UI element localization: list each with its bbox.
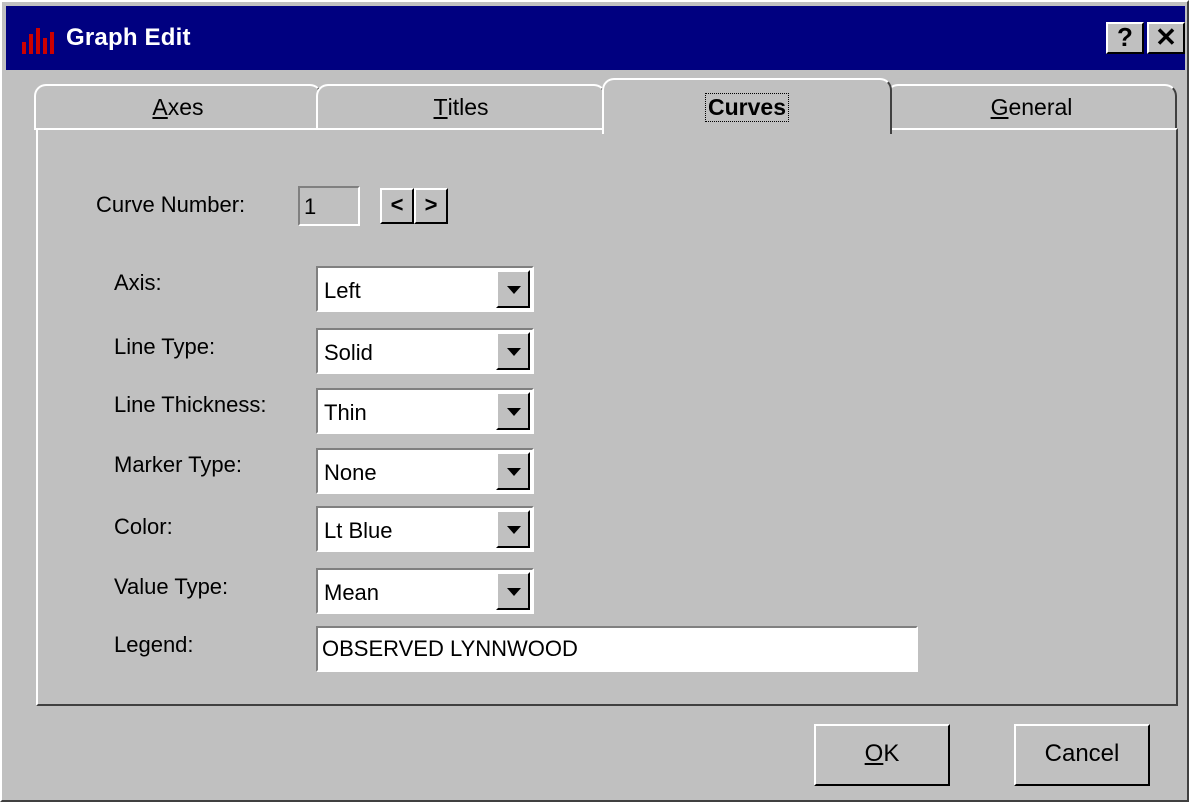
tab-titles[interactable]: Titles (316, 84, 606, 130)
marker-type-value: None (324, 460, 377, 485)
line-thickness-dropdown[interactable]: Thin (316, 388, 534, 434)
line-type-label: Line Type: (114, 334, 216, 359)
line-thickness-label: Line Thickness: (114, 392, 267, 417)
curve-number-label: Curve Number: (96, 192, 246, 217)
curve-number-field[interactable]: 1 (298, 186, 360, 226)
graph-edit-dialog: Graph Edit ? ✕ Axes Titles General Curve… (0, 0, 1189, 802)
ok-button[interactable]: OK (814, 724, 950, 786)
ok-label-rest: K (883, 740, 900, 767)
tab-curves[interactable]: Curves (602, 78, 892, 134)
tab-label: Axes (152, 94, 204, 120)
dropdown-arrow-icon[interactable] (496, 270, 530, 308)
tab-label: General (990, 94, 1073, 120)
tab-label: Curves (705, 93, 789, 122)
tab-general[interactable]: General (886, 84, 1177, 130)
legend-input[interactable]: OBSERVED LYNNWOOD (316, 626, 918, 672)
cancel-button[interactable]: Cancel (1014, 724, 1150, 786)
curves-panel: Curve Number: 1 < > Axis: Left Line Type… (36, 128, 1178, 706)
legend-label: Legend: (114, 632, 194, 657)
title-bar[interactable]: Graph Edit ? ✕ (6, 6, 1185, 70)
prev-curve-button[interactable]: < (380, 188, 414, 224)
value-type-label: Value Type: (114, 574, 229, 599)
dropdown-arrow-icon[interactable] (496, 392, 530, 430)
bar-chart-icon (22, 28, 54, 54)
ok-mnemonic: O (864, 740, 884, 767)
line-type-dropdown[interactable]: Solid (316, 328, 534, 374)
line-type-value: Solid (324, 340, 373, 365)
close-button[interactable]: ✕ (1147, 22, 1185, 54)
color-value: Lt Blue (324, 518, 393, 543)
color-dropdown[interactable]: Lt Blue (316, 506, 534, 552)
line-thickness-value: Thin (324, 400, 367, 425)
marker-type-label: Marker Type: (114, 452, 242, 477)
next-curve-button[interactable]: > (414, 188, 448, 224)
value-type-value: Mean (324, 580, 380, 605)
tab-axes[interactable]: Axes (34, 84, 322, 130)
color-label: Color: (114, 514, 173, 539)
value-type-dropdown[interactable]: Mean (316, 568, 534, 614)
dropdown-arrow-icon[interactable] (496, 452, 530, 490)
help-button[interactable]: ? (1106, 22, 1144, 54)
tab-label: Titles (433, 94, 489, 120)
dropdown-arrow-icon[interactable] (496, 572, 530, 610)
dropdown-arrow-icon[interactable] (496, 510, 530, 548)
dropdown-arrow-icon[interactable] (496, 332, 530, 370)
axis-dropdown[interactable]: Left (316, 266, 534, 312)
axis-label: Axis: (114, 270, 162, 295)
window-title: Graph Edit (66, 24, 191, 51)
marker-type-dropdown[interactable]: None (316, 448, 534, 494)
axis-value: Left (324, 278, 361, 303)
